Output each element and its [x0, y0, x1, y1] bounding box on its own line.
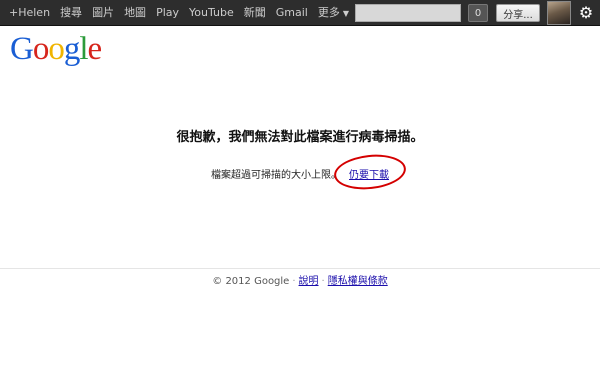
- avatar[interactable]: [547, 1, 571, 25]
- nav-item-more[interactable]: 更多 ▼: [313, 0, 354, 27]
- share-button[interactable]: 分享...: [496, 4, 540, 22]
- chevron-down-icon: ▼: [342, 8, 349, 18]
- nav-item-plus-helen[interactable]: +Helen: [4, 0, 55, 26]
- footer-separator: ·: [292, 276, 296, 287]
- nav-item-maps[interactable]: 地圖: [119, 0, 151, 26]
- scan-limit-text: 檔案超過可掃描的大小上限。: [211, 170, 341, 181]
- google-logo[interactable]: Google: [10, 31, 103, 67]
- copyright-text: © 2012 Google: [212, 276, 290, 287]
- nav-item-news[interactable]: 新聞: [239, 0, 271, 26]
- footer: © 2012 Google · 說明 · 隱私權與條款: [0, 272, 600, 287]
- top-nav: +Helen 搜尋 圖片 地圖 Play YouTube 新聞 Gmail 更多…: [4, 0, 354, 26]
- nav-item-gmail[interactable]: Gmail: [271, 0, 313, 26]
- logo-letter: o: [48, 31, 64, 67]
- logo-letter: e: [87, 31, 103, 67]
- page-title: 很抱歉，我們無法對此檔案進行病毒掃描。: [176, 130, 424, 145]
- help-link[interactable]: 說明: [299, 276, 319, 287]
- logo-letter: G: [10, 31, 34, 67]
- notification-count[interactable]: 0: [468, 4, 488, 22]
- footer-divider: [0, 268, 600, 269]
- highlight-circle: [332, 151, 408, 193]
- nav-item-search[interactable]: 搜尋: [55, 0, 87, 26]
- search-input[interactable]: [355, 4, 461, 22]
- gear-icon[interactable]: ⚙: [577, 3, 595, 23]
- nav-item-youtube[interactable]: YouTube: [184, 0, 239, 26]
- logo-letter: g: [63, 31, 80, 67]
- scan-limit-message: 檔案超過可掃描的大小上限。 仍要下載: [0, 166, 600, 181]
- google-bar: +Helen 搜尋 圖片 地圖 Play YouTube 新聞 Gmail 更多…: [0, 0, 600, 26]
- footer-separator: ·: [321, 276, 325, 287]
- nav-item-more-label: 更多: [317, 5, 340, 19]
- privacy-terms-link[interactable]: 隱私權與條款: [328, 276, 388, 287]
- nav-item-play[interactable]: Play: [151, 0, 184, 26]
- logo-letter: o: [32, 31, 49, 67]
- logo-letter: l: [79, 31, 88, 67]
- nav-item-images[interactable]: 圖片: [87, 0, 119, 26]
